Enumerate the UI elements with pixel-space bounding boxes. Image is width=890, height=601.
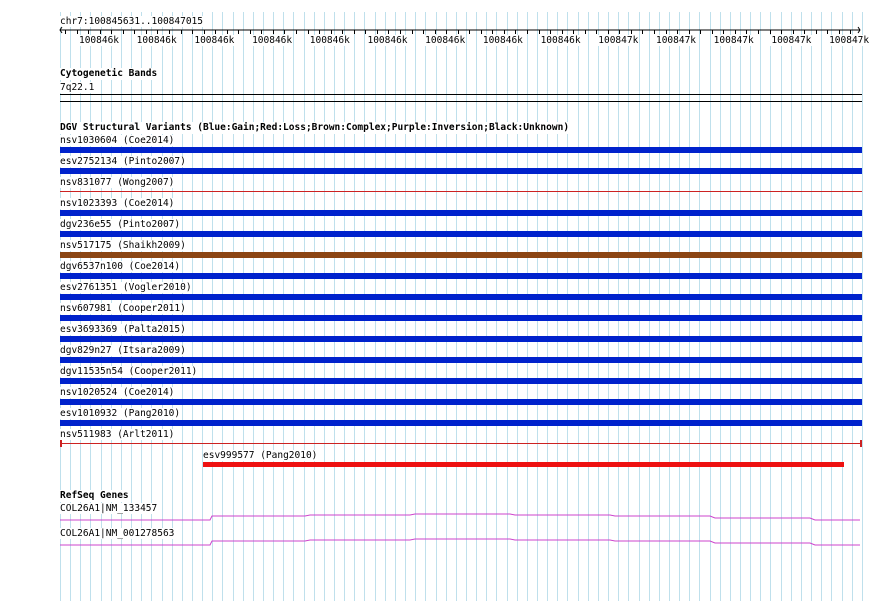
variant-label[interactable]: esv999577 (Pang2010) (203, 450, 318, 461)
variant-bar-gain[interactable] (60, 147, 862, 153)
variant-label[interactable]: nsv1030604 (Coe2014) (60, 135, 175, 146)
variant-bar-gain[interactable] (60, 315, 862, 321)
variant-bar-gain[interactable] (60, 210, 862, 216)
gene-model[interactable] (0, 513, 890, 523)
variant-bar-gain[interactable] (60, 168, 862, 174)
ruler-tick-label: 100846k (251, 35, 294, 46)
variant-bar-gain[interactable] (60, 357, 862, 363)
cytoband-band-line (60, 94, 862, 95)
variant-label[interactable]: esv1010932 (Pang2010) (60, 408, 181, 419)
variant-label[interactable]: dgv829n27 (Itsara2009) (60, 345, 186, 356)
variant-label[interactable]: nsv517175 (Shaikh2009) (60, 240, 186, 251)
variant-label[interactable]: nsv607981 (Cooper2011) (60, 303, 186, 314)
ruler-tick-label: 100847k (828, 35, 871, 46)
ruler-tick-label: 100847k (654, 35, 698, 46)
cytoband-label: 7q22.1 (60, 82, 95, 93)
cytoband-track-title: Cytogenetic Bands (60, 68, 158, 80)
variant-bar-gain[interactable] (60, 336, 862, 342)
dgv-track-title: DGV Structural Variants (Blue:Gain;Red:L… (60, 122, 570, 134)
ruler-tick-label: 100846k (424, 35, 467, 46)
ruler-axis (59, 26, 861, 34)
variant-bar-loss[interactable] (203, 462, 844, 467)
ruler-tick-label: 100847k (712, 35, 755, 46)
variant-bar-complex[interactable] (60, 252, 862, 258)
ruler-tick-label: 100846k (366, 35, 409, 46)
variant-endcap (860, 440, 862, 447)
ruler-tick-label: 100846k (135, 35, 178, 46)
variant-label[interactable]: nsv511983 (Arlt2011) (60, 429, 175, 440)
variant-bar-gain[interactable] (60, 420, 862, 426)
gene-model-line (60, 538, 860, 546)
ruler-tick-label: 100846k (539, 35, 582, 46)
variant-label[interactable]: esv3693369 (Palta2015) (60, 324, 186, 335)
gene-model-line (60, 513, 860, 521)
ruler-tick-label: 100846k (77, 35, 121, 46)
variant-label[interactable]: dgv236e55 (Pinto2007) (60, 219, 181, 230)
variant-label[interactable]: dgv6537n100 (Coe2014) (60, 261, 181, 272)
ruler-tick-label: 100847k (770, 35, 813, 46)
variant-bar-loss[interactable] (60, 191, 862, 192)
variant-label[interactable]: esv2752134 (Pinto2007) (60, 156, 186, 167)
ruler-tick-label: 100846k (481, 35, 524, 46)
variant-bar-gain[interactable] (60, 273, 862, 279)
variant-bar-gain[interactable] (60, 231, 862, 237)
ruler-tick-label: 100846k (193, 35, 236, 46)
variant-label[interactable]: nsv1020524 (Coe2014) (60, 387, 175, 398)
ruler-tick-label: 100846k (308, 35, 351, 46)
variant-bar-loss[interactable] (60, 443, 862, 444)
cytoband-band-line-lower (60, 101, 862, 102)
variant-label[interactable]: dgv11535n54 (Cooper2011) (60, 366, 198, 377)
gene-model[interactable] (0, 538, 890, 548)
variant-bar-gain[interactable] (60, 294, 862, 300)
variant-bar-gain[interactable] (60, 399, 862, 405)
refseq-track-title: RefSeq Genes (60, 490, 129, 502)
variant-label[interactable]: esv2761351 (Vogler2010) (60, 282, 192, 293)
variant-bar-gain[interactable] (60, 378, 862, 384)
variant-label[interactable]: nsv831077 (Wong2007) (60, 177, 175, 188)
genome-browser-view: chr7:100845631..100847015 100846k 100846k… (0, 0, 890, 601)
variant-label[interactable]: nsv1023393 (Coe2014) (60, 198, 175, 209)
variant-endcap (60, 440, 62, 447)
ruler-tick-label: 100847k (597, 35, 640, 46)
